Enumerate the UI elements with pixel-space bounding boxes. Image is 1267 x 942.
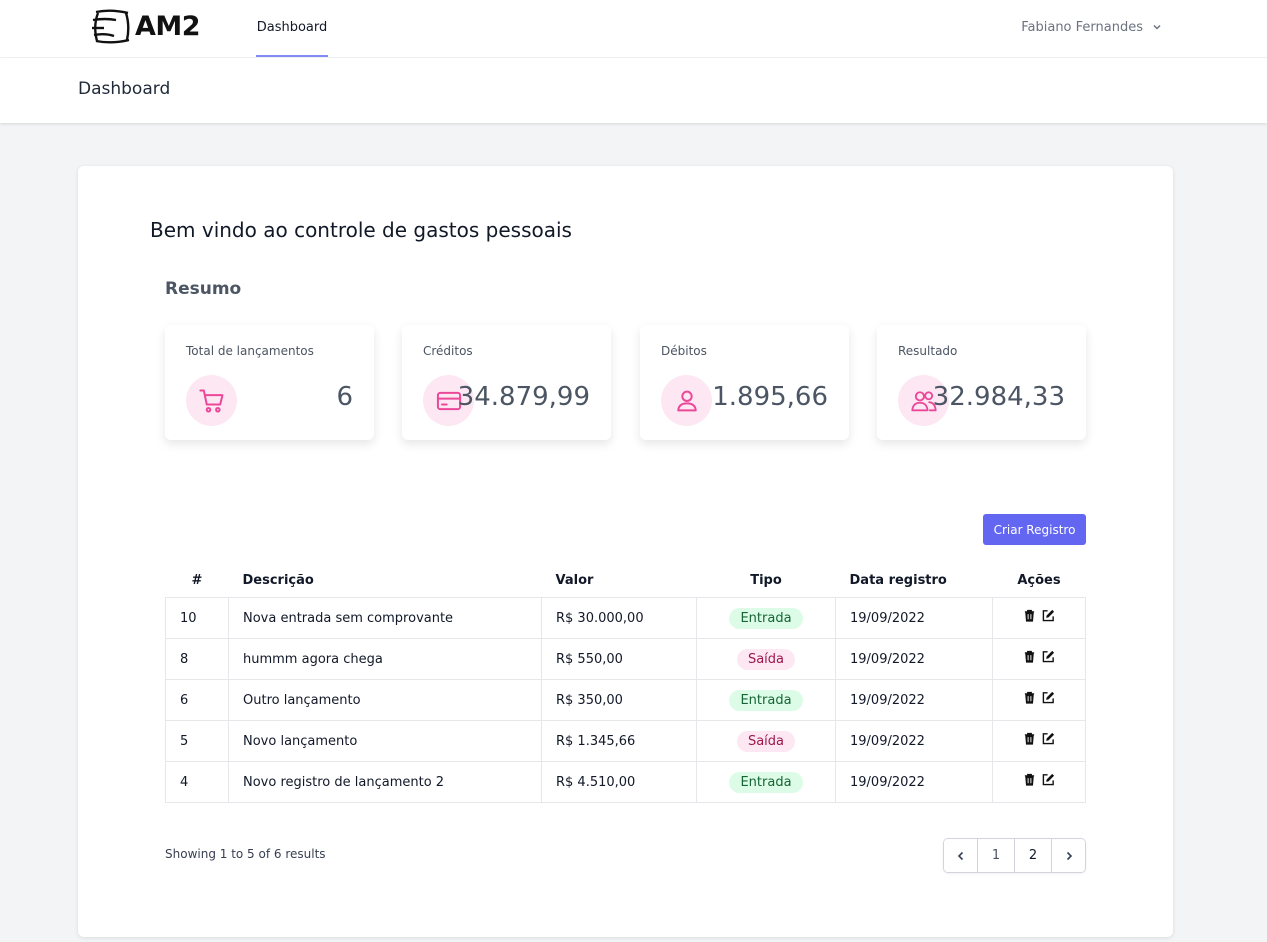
cell-id: 4 — [165, 761, 229, 803]
table-row: 4 Novo registro de lançamento 2 R$ 4.510… — [165, 761, 1086, 803]
trash-icon[interactable] — [1023, 650, 1036, 663]
brand-name: AM2 — [135, 10, 201, 42]
stat-card-creditos: Créditos 34.879,99 — [402, 325, 611, 440]
pagination-page-1[interactable]: 1 — [977, 839, 1014, 872]
cell-data: 19/09/2022 — [835, 720, 993, 762]
summary-title: Resumo — [165, 279, 242, 299]
table-row: 10 Nova entrada sem comprovante R$ 30.00… — [165, 597, 1086, 639]
cell-acoes — [992, 638, 1086, 680]
cell-descricao: Novo registro de lançamento 2 — [228, 761, 542, 803]
table-row: 6 Outro lançamento R$ 350,00 Entrada 19/… — [165, 679, 1086, 721]
cell-acoes — [992, 597, 1086, 639]
welcome-heading: Bem vindo ao controle de gastos pessoais — [150, 218, 572, 242]
cell-data: 19/09/2022 — [835, 679, 993, 721]
stat-label: Resultado — [898, 344, 958, 358]
main-card: Bem vindo ao controle de gastos pessoais… — [78, 166, 1173, 937]
records-table: # Descrição Valor Tipo Data registro Açõ… — [165, 564, 1086, 803]
table-row: 8 hummm agora chega R$ 550,00 Saída 19/0… — [165, 638, 1086, 680]
cell-acoes — [992, 761, 1086, 803]
col-header-tipo: Tipo — [750, 573, 782, 588]
brand-logo[interactable]: AM2 — [90, 8, 201, 44]
cell-id: 10 — [165, 597, 229, 639]
cell-descricao: Novo lançamento — [228, 720, 542, 762]
cell-tipo: Saída — [696, 720, 836, 762]
cell-data: 19/09/2022 — [835, 597, 993, 639]
col-header-acoes: Ações — [1017, 573, 1061, 588]
cell-acoes — [992, 720, 1086, 762]
cell-tipo: Saída — [696, 638, 836, 680]
table-row: 5 Novo lançamento R$ 1.345,66 Saída 19/0… — [165, 720, 1086, 762]
trash-icon[interactable] — [1023, 773, 1036, 786]
user-name: Fabiano Fernandes — [1021, 19, 1143, 35]
cell-tipo: Entrada — [696, 761, 836, 803]
nav-dashboard-link[interactable]: Dashboard — [256, 0, 328, 57]
stat-value: 34.879,99 — [457, 382, 590, 412]
cell-id: 8 — [165, 638, 229, 680]
cell-tipo: Entrada — [696, 679, 836, 721]
cell-descricao: Outro lançamento — [228, 679, 542, 721]
edit-icon[interactable] — [1042, 732, 1055, 745]
stat-card-debitos: Débitos 1.895,66 — [640, 325, 849, 440]
cell-valor: R$ 4.510,00 — [541, 761, 697, 803]
cell-id: 6 — [165, 679, 229, 721]
cell-descricao: Nova entrada sem comprovante — [228, 597, 542, 639]
tipo-badge-entrada: Entrada — [729, 607, 803, 629]
tipo-badge-saida: Saída — [736, 648, 796, 670]
tipo-badge-entrada: Entrada — [729, 689, 803, 711]
tipo-badge-saida: Saída — [736, 730, 796, 752]
create-record-button[interactable]: Criar Registro — [983, 514, 1086, 545]
cell-valor: R$ 1.345,66 — [541, 720, 697, 762]
page-header: Dashboard — [0, 58, 1267, 123]
cell-data: 19/09/2022 — [835, 638, 993, 680]
pagination-summary: Showing 1 to 5 of 6 results — [165, 847, 326, 861]
stat-label: Total de lançamentos — [186, 344, 314, 358]
edit-icon[interactable] — [1042, 773, 1055, 786]
edit-icon[interactable] — [1042, 609, 1055, 622]
stat-label: Débitos — [661, 344, 707, 358]
trash-icon[interactable] — [1023, 609, 1036, 622]
stat-value: 6 — [336, 382, 353, 412]
cart-icon — [186, 375, 237, 426]
pagination: 1 2 — [943, 838, 1086, 873]
trash-icon[interactable] — [1023, 732, 1036, 745]
page-title: Dashboard — [78, 79, 171, 99]
user-icon — [661, 375, 712, 426]
table-header-row: # Descrição Valor Tipo Data registro Açõ… — [166, 564, 1086, 598]
trash-icon[interactable] — [1023, 691, 1036, 704]
pagination-next-button[interactable] — [1051, 839, 1085, 872]
top-navbar: AM2 Dashboard Fabiano Fernandes — [0, 0, 1267, 58]
logo-mark-icon — [92, 9, 130, 44]
col-header-descricao: Descrição — [242, 573, 314, 588]
pagination-page-2[interactable]: 2 — [1014, 839, 1051, 872]
user-menu[interactable]: Fabiano Fernandes — [1021, 17, 1163, 37]
cell-valor: R$ 350,00 — [541, 679, 697, 721]
chevron-right-icon — [1066, 851, 1072, 860]
col-header-id: # — [191, 573, 203, 588]
pagination-prev-button[interactable] — [944, 839, 977, 872]
col-header-data: Data registro — [849, 573, 947, 588]
cell-data: 19/09/2022 — [835, 761, 993, 803]
stat-value: 32.984,33 — [932, 382, 1065, 412]
chevron-down-icon — [1153, 24, 1161, 30]
cell-valor: R$ 550,00 — [541, 638, 697, 680]
cell-descricao: hummm agora chega — [228, 638, 542, 680]
stat-card-total: Total de lançamentos 6 — [165, 325, 374, 440]
chevron-left-icon — [957, 851, 963, 860]
cell-id: 5 — [165, 720, 229, 762]
stat-value: 1.895,66 — [712, 382, 828, 412]
cell-tipo: Entrada — [696, 597, 836, 639]
col-header-valor: Valor — [555, 573, 594, 588]
stat-label: Créditos — [423, 344, 473, 358]
cell-valor: R$ 30.000,00 — [541, 597, 697, 639]
cell-acoes — [992, 679, 1086, 721]
edit-icon[interactable] — [1042, 691, 1055, 704]
edit-icon[interactable] — [1042, 650, 1055, 663]
tipo-badge-entrada: Entrada — [729, 771, 803, 793]
stat-card-resultado: Resultado 32.984,33 — [877, 325, 1086, 440]
